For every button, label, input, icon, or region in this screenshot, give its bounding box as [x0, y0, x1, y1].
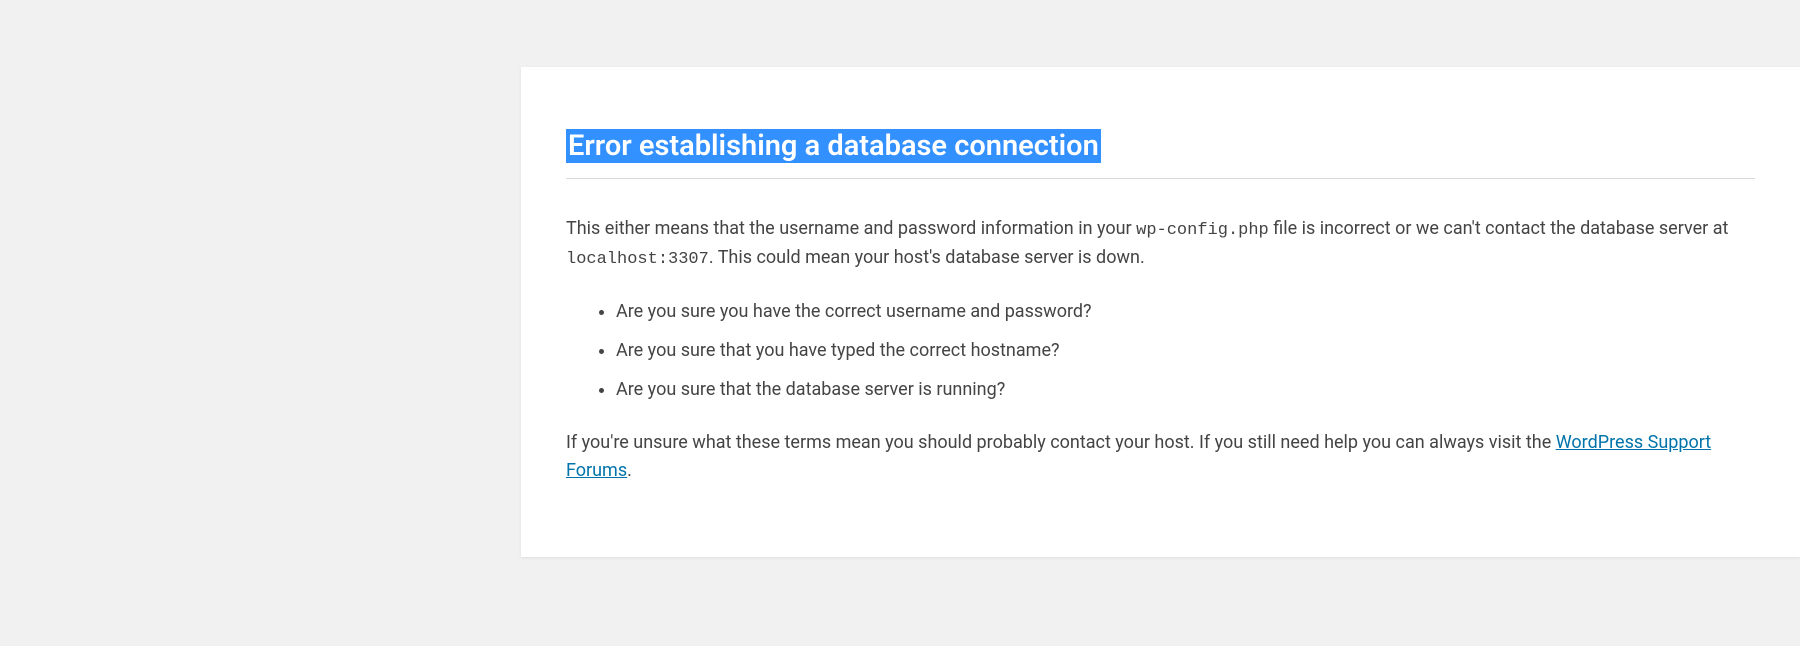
intro-paragraph: This either means that the username and … — [566, 215, 1755, 274]
help-text-2: . — [627, 460, 632, 481]
list-item: Are you sure that the database server is… — [616, 376, 1755, 403]
error-page-container: Error establishing a database connection… — [521, 67, 1800, 557]
config-file-code: wp-config.php — [1136, 221, 1269, 240]
heading-wrapper: Error establishing a database connection — [566, 97, 1755, 179]
db-host-code: localhost:3307 — [566, 250, 709, 269]
intro-text-2: file is incorrect or we can't contact th… — [1269, 218, 1729, 239]
list-item: Are you sure you have the correct userna… — [616, 298, 1755, 325]
help-paragraph: If you're unsure what these terms mean y… — [566, 429, 1755, 485]
error-heading: Error establishing a database connection — [566, 129, 1101, 163]
help-text-1: If you're unsure what these terms mean y… — [566, 432, 1556, 453]
intro-text-1: This either means that the username and … — [566, 218, 1136, 239]
list-item: Are you sure that you have typed the cor… — [616, 337, 1755, 364]
intro-text-3: . This could mean your host's database s… — [709, 247, 1145, 268]
checklist: Are you sure you have the correct userna… — [566, 298, 1755, 403]
